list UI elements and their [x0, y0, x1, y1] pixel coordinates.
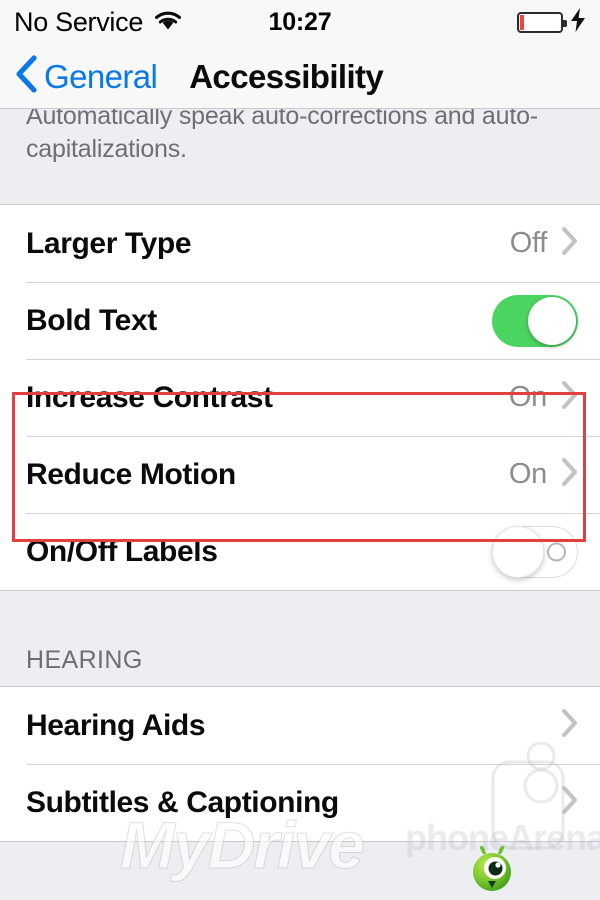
status-bar-right: [517, 7, 586, 37]
row-value: Off: [509, 227, 548, 259]
battery-low-icon: [517, 11, 567, 33]
lightning-bolt-icon: [570, 7, 586, 37]
chevron-right-icon: [561, 226, 578, 261]
row-reduce-motion[interactable]: Reduce Motion On: [0, 436, 600, 513]
vision-settings-group: Larger Type Off Bold Text Increase Contr…: [0, 204, 600, 591]
back-button[interactable]: General: [14, 54, 158, 98]
row-value: On: [508, 381, 547, 413]
row-label: Subtitles & Captioning: [26, 785, 339, 819]
row-bold-text[interactable]: Bold Text: [0, 282, 600, 359]
chevron-right-icon: [561, 380, 578, 415]
row-label: Reduce Motion: [26, 457, 236, 491]
page-title: Accessibility: [189, 57, 384, 95]
chevron-left-icon: [14, 54, 37, 98]
settings-list: Automatically speak auto-corrections and…: [0, 108, 600, 842]
carrier-label: No Service: [14, 6, 144, 37]
chevron-right-icon: [561, 457, 578, 492]
row-larger-type[interactable]: Larger Type Off: [0, 205, 600, 282]
toggle-on-off-labels[interactable]: [492, 525, 578, 578]
row-accessory: On: [509, 380, 578, 415]
row-label: Larger Type: [26, 226, 192, 260]
row-label: On/Off Labels: [26, 534, 218, 568]
row-on-off-labels[interactable]: On/Off Labels: [0, 513, 600, 590]
row-hearing-aids[interactable]: Hearing Aids: [0, 687, 600, 764]
footer-note-label: Automatically speak auto-corrections and…: [26, 108, 538, 163]
back-button-label: General: [44, 57, 158, 95]
wifi-icon: [153, 9, 183, 36]
row-label: Bold Text: [26, 303, 157, 337]
speak-auto-text-footer: Automatically speak auto-corrections and…: [0, 108, 600, 204]
row-accessory: [492, 294, 578, 347]
row-accessory: Off: [510, 226, 578, 261]
row-accessory: [561, 785, 578, 820]
row-subtitles-captioning[interactable]: Subtitles & Captioning: [0, 764, 600, 841]
row-accessory: [492, 525, 578, 578]
status-bar-left: No Service: [14, 6, 183, 37]
navigation-bar: General Accessibility: [0, 44, 600, 108]
row-value: On: [508, 458, 547, 490]
iphone-screen: No Service 10:27 General Accessibility A…: [0, 0, 600, 900]
status-bar: No Service 10:27: [0, 0, 600, 44]
chevron-right-icon: [561, 785, 578, 820]
row-accessory: [561, 708, 578, 743]
row-label: Hearing Aids: [26, 708, 206, 742]
section-header-hearing: HEARING: [0, 591, 600, 687]
section-header-label: HEARING: [26, 646, 143, 674]
row-accessory: On: [509, 457, 578, 492]
toggle-off-marker-icon: [547, 542, 566, 561]
chevron-right-icon: [561, 708, 578, 743]
row-increase-contrast[interactable]: Increase Contrast On: [0, 359, 600, 436]
phonearena-mascot-icon: [470, 845, 516, 893]
row-label: Increase Contrast: [26, 380, 273, 414]
toggle-bold-text[interactable]: [492, 294, 578, 347]
hearing-settings-group: Hearing Aids Subtitles & Captioning: [0, 687, 600, 842]
